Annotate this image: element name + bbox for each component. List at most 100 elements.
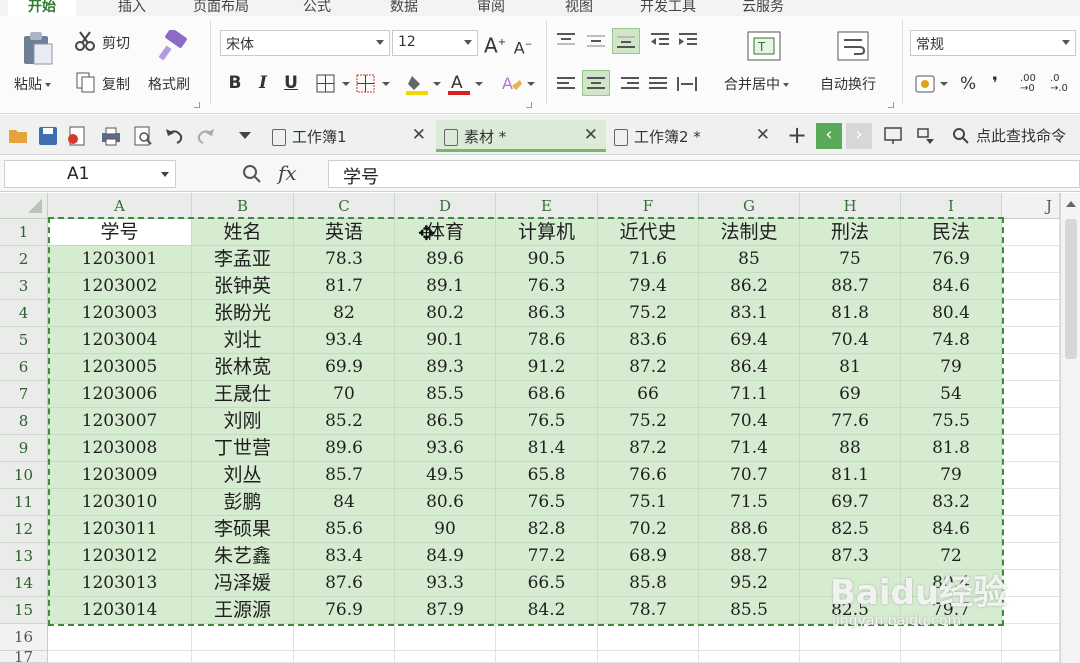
table-cell[interactable]: 75 bbox=[800, 246, 901, 273]
empty-cell[interactable] bbox=[598, 624, 699, 651]
print-preview-icon[interactable] bbox=[132, 126, 154, 146]
table-cell[interactable]: 1203002 bbox=[48, 273, 192, 300]
table-cell[interactable]: 69.7 bbox=[800, 489, 901, 516]
empty-cell[interactable] bbox=[294, 624, 395, 651]
table-cell[interactable]: 66 bbox=[598, 381, 699, 408]
table-cell[interactable]: 79.4 bbox=[598, 273, 699, 300]
table-cell[interactable]: 77.2 bbox=[496, 543, 598, 570]
column-header-b[interactable]: B bbox=[192, 193, 294, 219]
table-cell[interactable]: 80.6 bbox=[395, 489, 496, 516]
table-cell[interactable]: 82.8 bbox=[496, 516, 598, 543]
empty-cell[interactable] bbox=[192, 624, 294, 651]
table-cell[interactable]: 88.7 bbox=[699, 543, 800, 570]
align-left-icon[interactable] bbox=[556, 76, 576, 94]
table-cell[interactable]: 86.2 bbox=[699, 273, 800, 300]
table-cell[interactable]: 85.5 bbox=[699, 597, 800, 624]
tab-home[interactable]: 开始 bbox=[8, 0, 76, 16]
table-cell[interactable]: 丁世营 bbox=[192, 435, 294, 462]
currency-format-icon[interactable] bbox=[914, 72, 950, 96]
table-cell[interactable]: 95.2 bbox=[699, 570, 800, 597]
distributed-align-icon[interactable] bbox=[676, 76, 698, 94]
table-cell[interactable]: 76.9 bbox=[294, 597, 395, 624]
tab-cloud[interactable]: 云服务 bbox=[742, 0, 784, 16]
table-cell[interactable]: 85.8 bbox=[598, 570, 699, 597]
empty-cell[interactable] bbox=[1002, 246, 1060, 273]
row-header-4[interactable]: 4 bbox=[0, 300, 48, 327]
empty-cell[interactable] bbox=[1002, 489, 1060, 516]
table-cell[interactable]: 69.9 bbox=[294, 354, 395, 381]
table-cell[interactable]: 85.7 bbox=[294, 462, 395, 489]
table-cell[interactable]: 54 bbox=[901, 381, 1002, 408]
row-header-3[interactable]: 3 bbox=[0, 273, 48, 300]
table-cell[interactable]: 90.1 bbox=[395, 327, 496, 354]
table-cell[interactable]: 65.8 bbox=[496, 462, 598, 489]
underline-button[interactable]: U bbox=[280, 72, 302, 94]
header-cell[interactable]: 法制史 bbox=[699, 219, 800, 246]
table-cell[interactable]: 84.6 bbox=[901, 273, 1002, 300]
table-cell[interactable]: 张钟英 bbox=[192, 273, 294, 300]
header-cell[interactable]: 民法 bbox=[901, 219, 1002, 246]
empty-cell[interactable] bbox=[699, 624, 800, 651]
justify-icon[interactable] bbox=[648, 76, 668, 94]
row-header-2[interactable]: 2 bbox=[0, 246, 48, 273]
scroll-tabs-left-icon[interactable]: ‹ bbox=[816, 123, 842, 149]
table-cell[interactable]: 刘丛 bbox=[192, 462, 294, 489]
tab-developer[interactable]: 开发工具 bbox=[640, 0, 696, 16]
column-header-c[interactable]: C bbox=[294, 193, 395, 219]
row-header-8[interactable]: 8 bbox=[0, 408, 48, 435]
clear-format-icon[interactable]: A bbox=[500, 72, 536, 96]
comma-style-button[interactable]: ❜ bbox=[992, 74, 998, 94]
table-cell[interactable]: 1203014 bbox=[48, 597, 192, 624]
empty-cell[interactable] bbox=[1002, 651, 1060, 663]
table-cell[interactable]: 86.3 bbox=[496, 300, 598, 327]
table-cell[interactable]: 81.4 bbox=[496, 435, 598, 462]
tab-data[interactable]: 数据 bbox=[390, 0, 418, 16]
table-cell[interactable]: 87.2 bbox=[598, 354, 699, 381]
table-cell[interactable]: 75.1 bbox=[598, 489, 699, 516]
table-cell[interactable]: 张林宽 bbox=[192, 354, 294, 381]
table-cell[interactable]: 71.4 bbox=[699, 435, 800, 462]
table-cell[interactable]: 71.5 bbox=[699, 489, 800, 516]
paste-button[interactable]: 粘贴 bbox=[14, 74, 51, 94]
table-cell[interactable]: 88.6 bbox=[699, 516, 800, 543]
row-header-7[interactable]: 7 bbox=[0, 381, 48, 408]
table-cell[interactable]: 冯泽媛 bbox=[192, 570, 294, 597]
table-cell[interactable]: 刘刚 bbox=[192, 408, 294, 435]
table-cell[interactable]: 1203013 bbox=[48, 570, 192, 597]
table-cell[interactable]: 71.6 bbox=[598, 246, 699, 273]
column-header-g[interactable]: G bbox=[699, 193, 800, 219]
new-tab-plus-icon[interactable]: + bbox=[784, 123, 810, 149]
table-cell[interactable]: 77.6 bbox=[800, 408, 901, 435]
table-cell[interactable]: 93.4 bbox=[294, 327, 395, 354]
table-cell[interactable]: 82 bbox=[294, 300, 395, 327]
empty-cell[interactable] bbox=[1002, 624, 1060, 651]
table-cell[interactable]: 86.5 bbox=[395, 408, 496, 435]
vertical-scroll-thumb[interactable] bbox=[1065, 219, 1077, 359]
table-cell[interactable]: 75.5 bbox=[901, 408, 1002, 435]
align-bottom-button[interactable] bbox=[612, 28, 640, 54]
header-cell[interactable]: 体育 bbox=[395, 219, 496, 246]
table-cell[interactable]: 85.2 bbox=[294, 408, 395, 435]
column-header-e[interactable]: E bbox=[496, 193, 598, 219]
table-cell[interactable]: 刘壮 bbox=[192, 327, 294, 354]
font-size-select[interactable]: 12 bbox=[392, 30, 478, 56]
header-cell[interactable]: 计算机 bbox=[496, 219, 598, 246]
alignment-group-launcher[interactable] bbox=[888, 102, 894, 108]
empty-cell[interactable] bbox=[1002, 597, 1060, 624]
table-cell[interactable]: 89.6 bbox=[294, 435, 395, 462]
table-cell[interactable]: 84.2 bbox=[496, 597, 598, 624]
empty-cell[interactable] bbox=[48, 624, 192, 651]
empty-cell[interactable] bbox=[1002, 516, 1060, 543]
decrease-indent-icon[interactable] bbox=[650, 32, 670, 50]
table-cell[interactable]: 张盼光 bbox=[192, 300, 294, 327]
empty-cell[interactable] bbox=[294, 651, 395, 663]
copy-button[interactable]: 复制 bbox=[102, 74, 130, 94]
table-cell[interactable]: 彭鹏 bbox=[192, 489, 294, 516]
table-cell[interactable]: 66.5 bbox=[496, 570, 598, 597]
name-box-dropdown-icon[interactable] bbox=[161, 172, 169, 177]
row-header-12[interactable]: 12 bbox=[0, 516, 48, 543]
header-cell[interactable]: 刑法 bbox=[800, 219, 901, 246]
empty-cell[interactable] bbox=[1002, 543, 1060, 570]
empty-cell[interactable] bbox=[699, 651, 800, 663]
table-cell[interactable]: 83.2 bbox=[901, 489, 1002, 516]
